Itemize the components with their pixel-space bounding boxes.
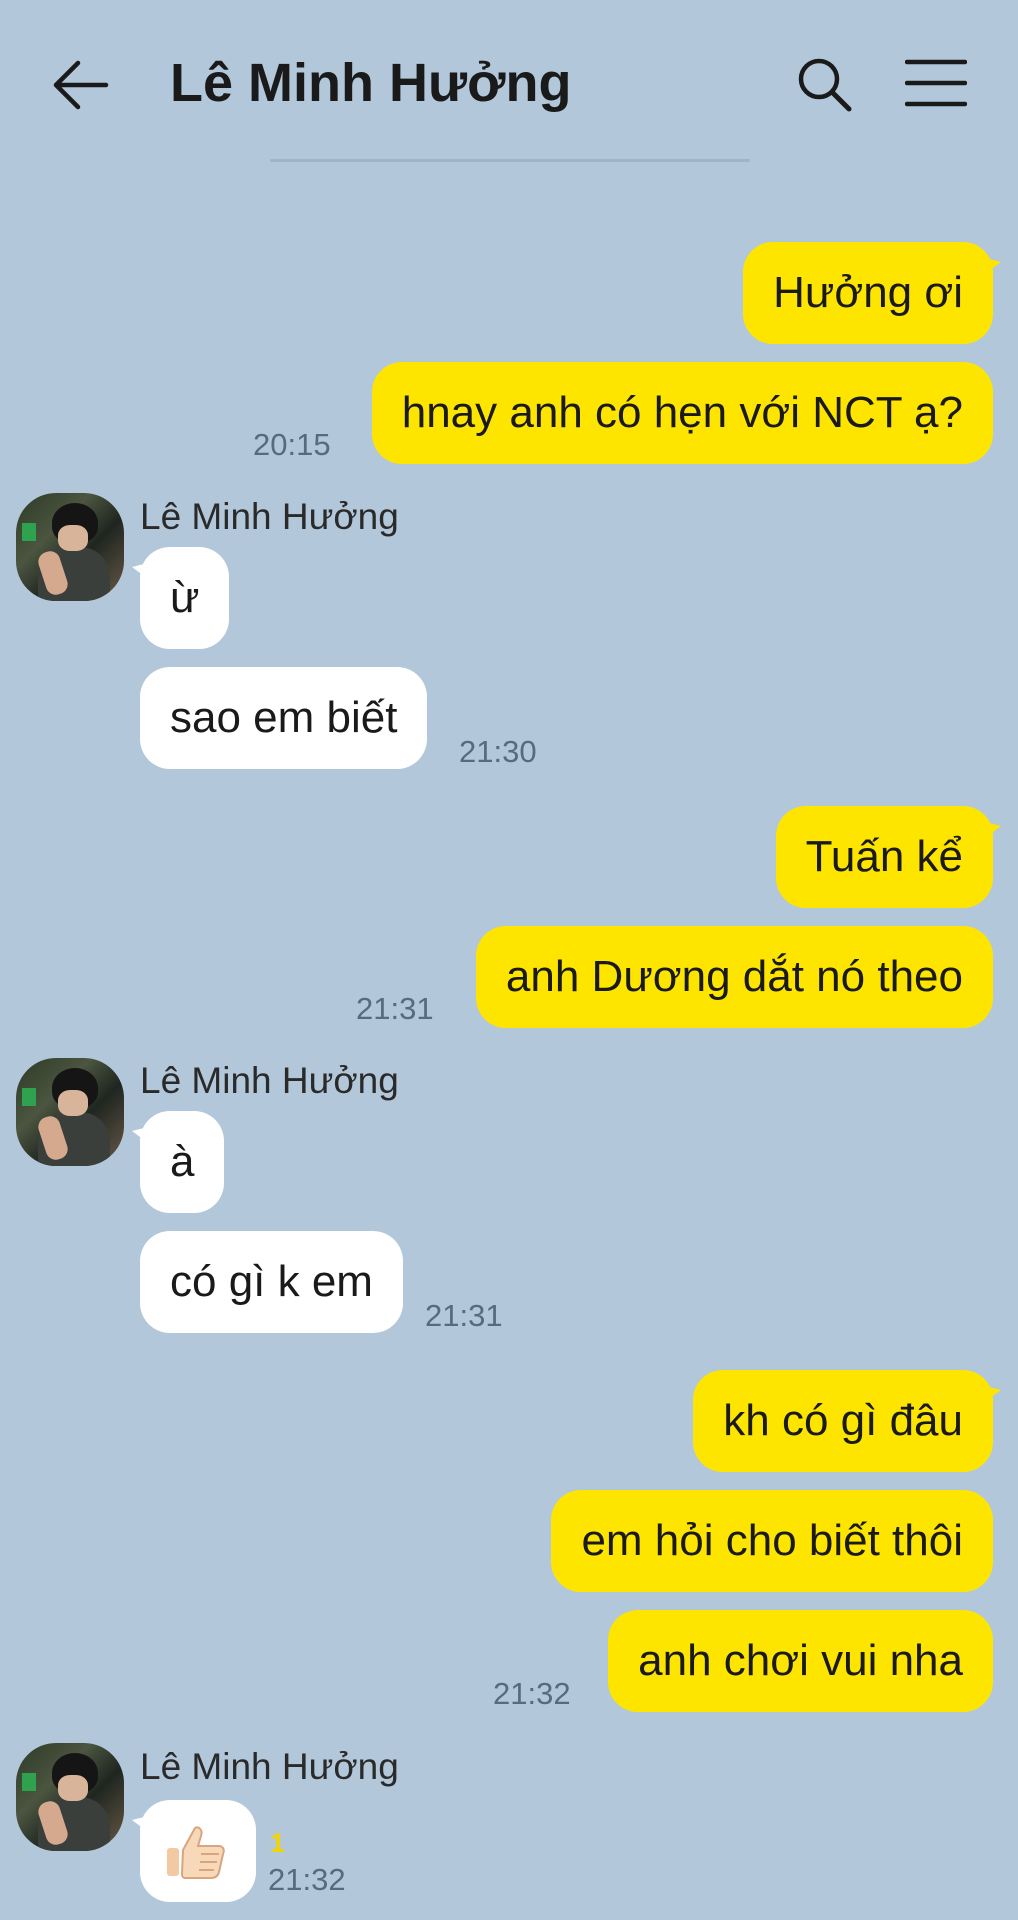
- message-bubble-outgoing[interactable]: kh có gì đâu: [693, 1370, 1001, 1472]
- message-bubble-outgoing[interactable]: em hỏi cho biết thôi: [551, 1490, 993, 1592]
- message-text: anh chơi vui nha: [638, 1636, 963, 1685]
- avatar[interactable]: [16, 1058, 124, 1166]
- message-bubble-outgoing[interactable]: anh Dương dắt nó theo: [475, 926, 993, 1028]
- message-bubble-outgoing[interactable]: Hưởng ơi: [743, 242, 1001, 344]
- sender-name: Lê Minh Hưởng: [140, 1746, 399, 1787]
- message-timestamp: 21:31: [425, 1298, 503, 1333]
- chat-header: Lê Minh Hưởng: [0, 0, 1018, 160]
- message-timestamp: 21:31: [356, 991, 434, 1026]
- message-bubble-incoming[interactable]: à: [131, 1111, 225, 1213]
- message-bubble-outgoing[interactable]: anh chơi vui nha: [608, 1610, 993, 1712]
- message-bubble-incoming[interactable]: có gì k em: [140, 1231, 403, 1333]
- message-text: hnay anh có hẹn với NCT ạ?: [401, 388, 963, 437]
- message-bubble-outgoing[interactable]: Tuấn kể: [775, 806, 1002, 908]
- search-icon[interactable]: [795, 55, 855, 115]
- message-text: ừ: [170, 573, 200, 622]
- sender-name: Lê Minh Hưởng: [140, 496, 399, 537]
- message-timestamp: 21:32: [268, 1862, 346, 1897]
- message-text: có gì k em: [170, 1257, 373, 1306]
- message-text: kh có gì đâu: [723, 1396, 963, 1445]
- message-text: Tuấn kể: [805, 832, 963, 881]
- message-text: sao em biết: [170, 693, 398, 742]
- message-text: à: [170, 1137, 195, 1186]
- message-bubble-outgoing[interactable]: hnay anh có hẹn với NCT ạ?: [371, 362, 993, 464]
- avatar[interactable]: [16, 493, 124, 601]
- message-bubble-incoming[interactable]: sao em biết: [140, 667, 428, 769]
- message-timestamp: 21:32: [493, 1676, 571, 1711]
- message-text: em hỏi cho biết thôi: [581, 1516, 963, 1565]
- message-timestamp: 20:15: [253, 427, 331, 462]
- sender-name: Lê Minh Hưởng: [140, 1060, 399, 1101]
- hamburger-menu-icon[interactable]: [905, 58, 967, 108]
- arrow-left-icon[interactable]: [48, 55, 118, 115]
- message-bubble-incoming[interactable]: ừ: [131, 547, 230, 649]
- message-timestamp: 21:30: [459, 734, 537, 769]
- message-text: anh Dương dắt nó theo: [505, 952, 963, 1001]
- message-text: Hưởng ơi: [773, 268, 963, 317]
- unread-count: 1: [270, 1828, 286, 1858]
- thumbs-up-emoji-icon: [167, 1826, 225, 1879]
- header-divider: [270, 159, 750, 162]
- chat-title: Lê Minh Hưởng: [170, 53, 572, 113]
- avatar[interactable]: [16, 1743, 124, 1851]
